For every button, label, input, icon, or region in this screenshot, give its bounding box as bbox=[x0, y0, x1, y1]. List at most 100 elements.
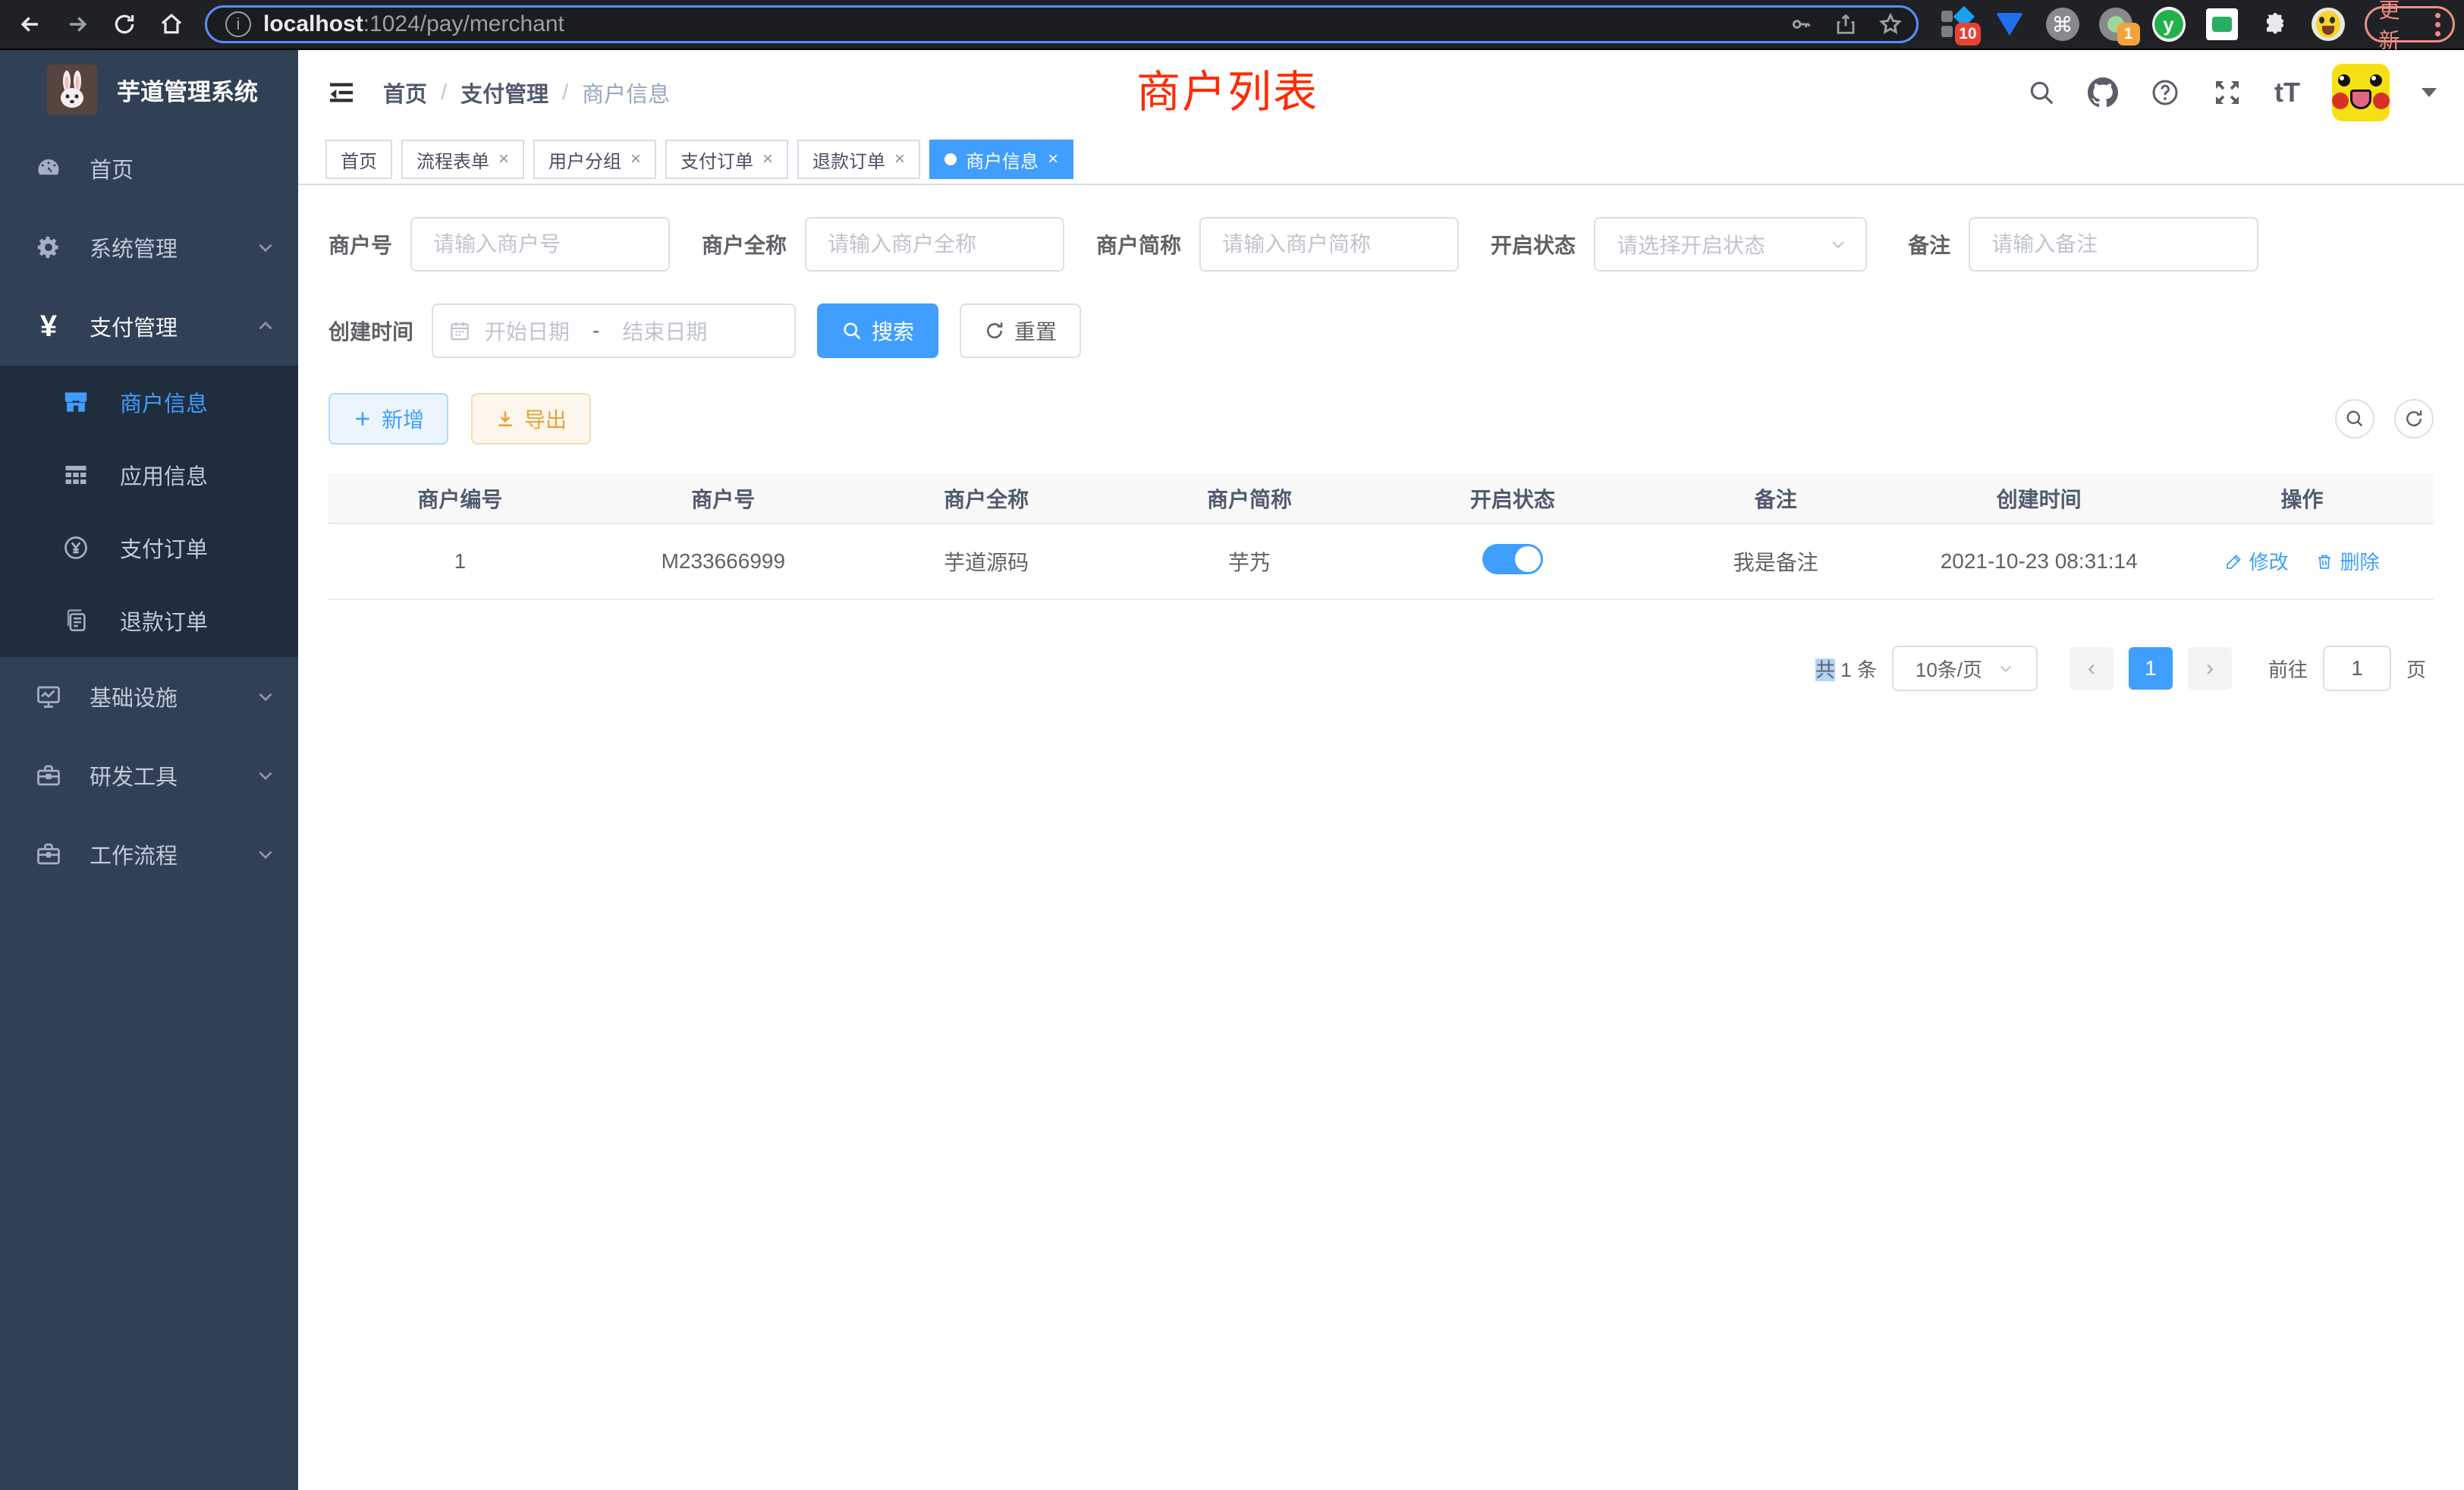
tab-label: 流程表单 bbox=[416, 146, 489, 173]
sidebar-item-dev-tools[interactable]: 研发工具 bbox=[0, 736, 298, 815]
fullscreen-icon[interactable] bbox=[2212, 77, 2242, 108]
tab-close-icon[interactable]: × bbox=[498, 149, 509, 170]
address-bar[interactable]: i localhost:1024/pay/merchant bbox=[205, 5, 1919, 43]
sidebar-item-system[interactable]: 系统管理 bbox=[0, 208, 298, 287]
extension-grid-icon[interactable]: 10 bbox=[1940, 8, 1973, 41]
browser-menu-icon[interactable] bbox=[2435, 13, 2440, 36]
profile-emoji-icon[interactable] bbox=[2312, 8, 2345, 41]
app-title: 芋道管理系统 bbox=[117, 73, 258, 107]
toolbar-row: 新增 导出 bbox=[328, 393, 2434, 445]
github-icon[interactable] bbox=[2088, 77, 2118, 108]
tab-refund-order[interactable]: 退款订单 × bbox=[797, 140, 920, 179]
extension-y-icon[interactable]: y bbox=[2152, 8, 2186, 41]
content: 商户号 商户全称 商户简称 开启状态 请选择开启状态 备注 创建时间 bbox=[298, 185, 2464, 691]
browser-forward-icon[interactable] bbox=[61, 8, 94, 41]
col-short-name: 商户简称 bbox=[1118, 473, 1381, 523]
col-full-name: 商户全称 bbox=[855, 473, 1118, 523]
reset-button[interactable]: 重置 bbox=[960, 303, 1081, 358]
start-date-placeholder: 开始日期 bbox=[485, 316, 570, 346]
breadcrumb-payment[interactable]: 支付管理 bbox=[460, 77, 548, 108]
merchant-no-input[interactable] bbox=[410, 217, 670, 272]
status-toggle[interactable] bbox=[1482, 544, 1543, 574]
logo-row[interactable]: 芋道管理系统 bbox=[0, 50, 298, 129]
remark-input[interactable] bbox=[1969, 217, 2258, 272]
search-button[interactable]: 搜索 bbox=[817, 303, 938, 358]
chevron-down-icon bbox=[256, 237, 275, 257]
breadcrumb-home[interactable]: 首页 bbox=[383, 77, 427, 108]
sidebar-item-label: 研发工具 bbox=[90, 759, 256, 791]
tab-close-icon[interactable]: × bbox=[894, 149, 905, 170]
app-header: 首页 / 支付管理 / 商户信息 tT bbox=[298, 50, 2464, 135]
tab-user-group[interactable]: 用户分组 × bbox=[533, 140, 656, 179]
browser-reload-icon[interactable] bbox=[108, 8, 141, 41]
extension-command-icon[interactable]: ⌘ bbox=[2046, 8, 2079, 41]
help-icon[interactable] bbox=[2150, 77, 2180, 108]
share-icon[interactable] bbox=[1834, 12, 1857, 36]
short-name-input[interactable] bbox=[1199, 217, 1459, 272]
filter-label: 创建时间 bbox=[328, 316, 413, 346]
pagination: 共 1 条 10条/页 ‹ 1 › 前往 页 bbox=[328, 646, 2434, 691]
site-info-icon[interactable]: i bbox=[225, 11, 251, 37]
header-search-icon[interactable] bbox=[2027, 78, 2056, 107]
merchant-table: 商户编号 商户号 商户全称 商户简称 开启状态 备注 创建时间 操作 1 M23… bbox=[328, 473, 2434, 600]
extension-gem-icon[interactable] bbox=[1993, 8, 2026, 41]
export-button[interactable]: 导出 bbox=[471, 393, 591, 445]
gear-icon bbox=[33, 234, 64, 260]
extension-chat-icon[interactable] bbox=[2205, 8, 2239, 41]
browser-update-button[interactable]: 更新 bbox=[2365, 6, 2455, 42]
tab-home[interactable]: 首页 bbox=[325, 140, 392, 179]
extension-record-icon[interactable]: 1 bbox=[2099, 8, 2132, 41]
sidebar-item-refund-order[interactable]: 退款订单 bbox=[0, 584, 298, 657]
sidebar-item-label: 应用信息 bbox=[120, 459, 208, 491]
shop-icon bbox=[59, 388, 93, 417]
sidebar-item-home[interactable]: 首页 bbox=[0, 129, 298, 208]
tab-process-form[interactable]: 流程表单 × bbox=[401, 140, 524, 179]
add-button[interactable]: 新增 bbox=[328, 393, 448, 445]
sidebar-item-app-info[interactable]: 应用信息 bbox=[0, 439, 298, 511]
filter-label: 商户简称 bbox=[1096, 229, 1181, 259]
refresh-button[interactable] bbox=[2394, 399, 2434, 439]
sidebar-item-merchant-info[interactable]: 商户信息 bbox=[0, 366, 298, 439]
breadcrumb: 首页 / 支付管理 / 商户信息 bbox=[383, 77, 670, 108]
browser-back-icon[interactable] bbox=[14, 8, 47, 41]
extensions-puzzle-icon[interactable] bbox=[2258, 8, 2292, 41]
prev-page-button[interactable]: ‹ bbox=[2070, 647, 2114, 690]
delete-link-label: 删除 bbox=[2340, 547, 2379, 575]
url-path: :1024/pay/merchant bbox=[363, 11, 564, 36]
tab-close-icon[interactable]: × bbox=[1048, 149, 1058, 170]
tab-merchant-info[interactable]: 商户信息 × bbox=[929, 140, 1073, 179]
breadcrumb-current: 商户信息 bbox=[582, 77, 670, 108]
sidebar-item-workflow[interactable]: 工作流程 bbox=[0, 815, 298, 894]
add-button-label: 新增 bbox=[382, 404, 424, 434]
sidebar-item-infrastructure[interactable]: 基础设施 bbox=[0, 657, 298, 736]
page-1-button[interactable]: 1 bbox=[2129, 647, 2173, 690]
edit-link[interactable]: 修改 bbox=[2225, 547, 2289, 575]
tab-label: 退款订单 bbox=[812, 146, 885, 173]
status-select[interactable]: 请选择开启状态 bbox=[1594, 217, 1867, 272]
delete-link[interactable]: 删除 bbox=[2315, 547, 2379, 575]
tab-close-icon[interactable]: × bbox=[762, 149, 773, 170]
avatar[interactable] bbox=[2332, 64, 2390, 121]
filter-row-1: 商户号 商户全称 商户简称 开启状态 请选择开启状态 备注 bbox=[328, 217, 2434, 272]
toggle-search-button[interactable] bbox=[2335, 399, 2374, 439]
total-prefix: 共 bbox=[1815, 659, 1835, 681]
full-name-input[interactable] bbox=[805, 217, 1064, 272]
font-size-icon[interactable]: tT bbox=[2274, 77, 2300, 108]
password-key-icon[interactable] bbox=[1789, 12, 1813, 36]
tab-pay-order[interactable]: 支付订单 × bbox=[665, 140, 788, 179]
next-page-button[interactable]: › bbox=[2188, 647, 2232, 690]
page-size-select[interactable]: 10条/页 bbox=[1892, 646, 2038, 691]
url-text[interactable]: localhost:1024/pay/merchant bbox=[263, 11, 1768, 37]
bookmark-star-icon[interactable] bbox=[1878, 12, 1903, 36]
tab-close-icon[interactable]: × bbox=[630, 149, 641, 170]
sidebar-item-payment[interactable]: ¥ 支付管理 bbox=[0, 287, 298, 366]
sidebar-item-pay-order[interactable]: 支付订单 bbox=[0, 511, 298, 584]
create-time-range-picker[interactable]: 开始日期 - 结束日期 bbox=[432, 303, 796, 358]
search-button-label: 搜索 bbox=[872, 316, 914, 346]
sidebar-fold-icon[interactable] bbox=[325, 77, 357, 108]
avatar-caret-icon[interactable] bbox=[2422, 88, 2437, 97]
active-tab-dot bbox=[944, 153, 957, 165]
total-text: 共 1 条 bbox=[1815, 655, 1877, 683]
goto-page-input[interactable] bbox=[2323, 646, 2391, 691]
browser-home-icon[interactable] bbox=[155, 8, 188, 41]
